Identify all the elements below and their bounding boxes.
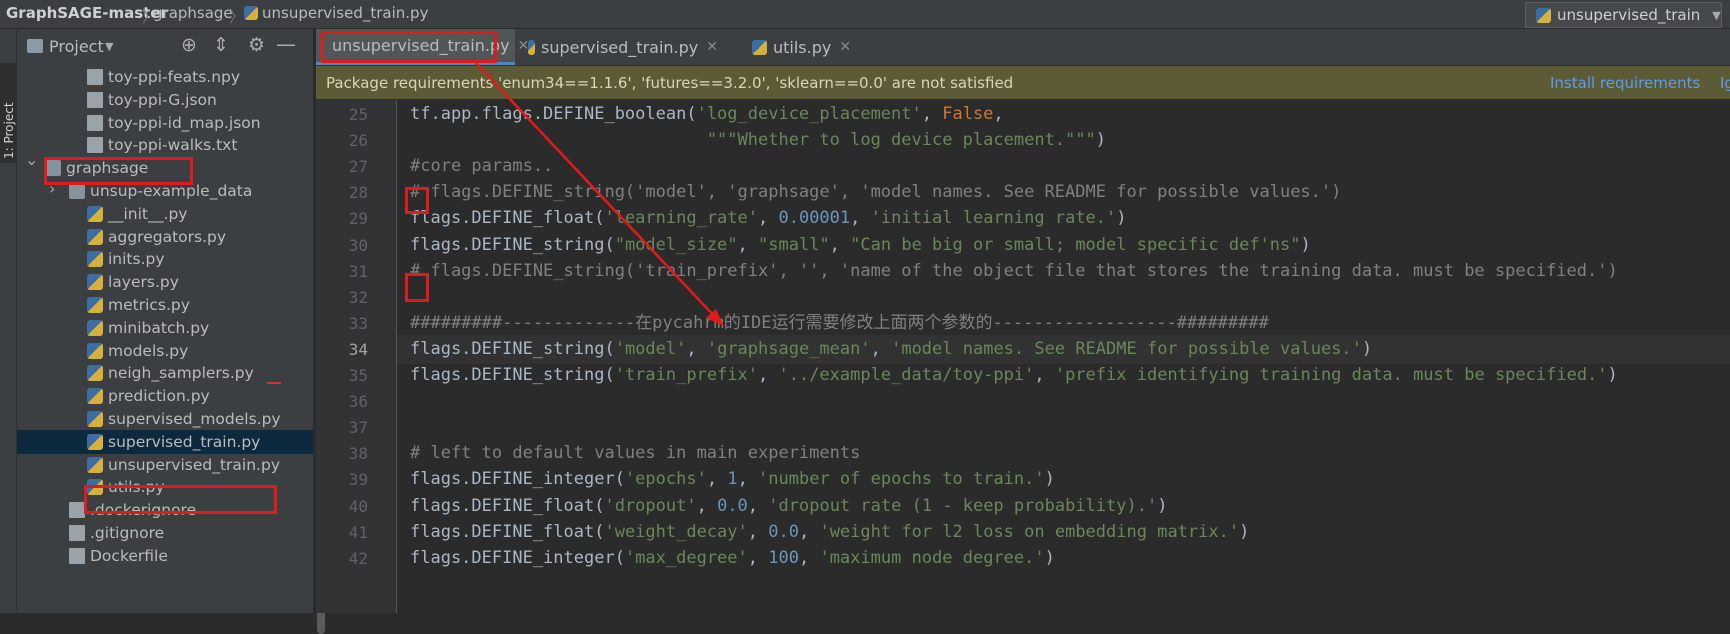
annotation-arrow	[475, 62, 724, 326]
annotation-arrow-line	[475, 62, 717, 319]
